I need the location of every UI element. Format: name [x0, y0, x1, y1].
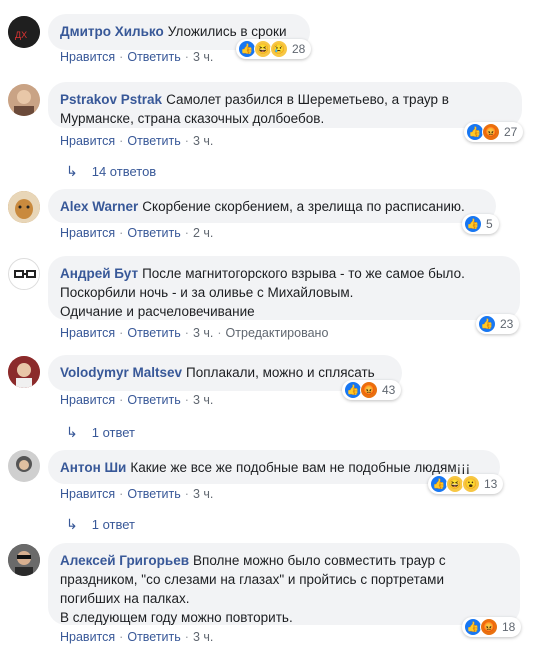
reactions-count: 27 — [504, 125, 518, 139]
wow-icon: 😮 — [462, 475, 480, 493]
reactions-summary[interactable]: 👍 😡 27 — [464, 122, 524, 142]
comment-text-line-4: В следующем году можно повторить. — [60, 610, 293, 625]
reactions-summary[interactable]: 👍 😡 43 — [342, 380, 402, 400]
avatar[interactable] — [8, 258, 40, 290]
reply-link[interactable]: Ответить — [127, 326, 180, 340]
reactions-summary[interactable]: 👍 😆 😮 13 — [428, 474, 504, 494]
replies-count: 1 ответ — [91, 517, 135, 532]
avatar[interactable] — [8, 356, 40, 388]
avatar[interactable] — [8, 544, 40, 576]
angry-icon: 😡 — [360, 381, 378, 399]
like-link[interactable]: Нравится — [60, 50, 115, 64]
reply-arrow-icon: ↳ — [66, 516, 78, 532]
angry-icon: 😡 — [480, 618, 498, 636]
comment-author[interactable]: Андрей Бут — [60, 266, 138, 281]
comment-actions: Нравится · Ответить · 3 ч. · Отредактировано — [60, 326, 329, 340]
comment-text: Какие же все же подобные вам не подобные… — [130, 460, 471, 475]
comment-text-line-1: После магнитогорского взрыва - то же сам… — [142, 266, 465, 281]
like-link[interactable]: Нравится — [60, 630, 115, 644]
comment-author[interactable]: Volodymyr Maltsev — [60, 365, 182, 380]
comment-author[interactable]: Alex Warner — [60, 199, 138, 214]
avatar[interactable] — [8, 450, 40, 482]
like-link[interactable]: Нравится — [60, 393, 115, 407]
reply-link[interactable]: Ответить — [127, 487, 180, 501]
comment-text-line-3: Одичание и расчеловечивание — [60, 304, 255, 319]
comment-bubble: Алексей Григорьев Вполне можно было совме… — [48, 543, 520, 625]
reply-link[interactable]: Ответить — [127, 226, 180, 240]
reactions-count: 23 — [500, 317, 514, 331]
comment-text: Поплакали, можно и сплясать — [186, 365, 375, 380]
reactions-summary[interactable]: 👍 5 — [462, 214, 499, 234]
view-replies-link[interactable]: ↳ 1 ответ — [66, 516, 135, 533]
comment-text-line-2: Поскорбили ночь - и за оливье с Михайлов… — [60, 285, 354, 300]
svg-text:ДХ: ДХ — [15, 30, 27, 40]
comment-actions: Нравится · Ответить · 2 ч. — [60, 226, 214, 240]
comment-text-line-1: Вполне можно было совместить траур с — [193, 553, 446, 568]
comment-time[interactable]: 2 ч. — [193, 226, 213, 240]
like-link[interactable]: Нравится — [60, 487, 115, 501]
reply-link[interactable]: Ответить — [127, 134, 180, 148]
comment-time[interactable]: 3 ч. — [193, 134, 213, 148]
comment-text: Уложились в сроки — [167, 24, 287, 39]
reply-link[interactable]: Ответить — [127, 630, 180, 644]
comment-actions: Нравится · Ответить · 3 ч. — [60, 393, 214, 407]
reply-arrow-icon: ↳ — [66, 424, 78, 440]
comment-bubble: Pstrakov Pstrak Самолет разбился в Шереме… — [48, 82, 522, 128]
reactions-count: 28 — [292, 42, 306, 56]
comment-text: Скорбение скорбением, а зрелища по распи… — [142, 199, 465, 214]
avatar[interactable]: ДХ — [8, 16, 40, 48]
comment-time[interactable]: 3 ч. — [193, 50, 213, 64]
comment-author[interactable]: Антон Ши — [60, 460, 126, 475]
comment-time[interactable]: 3 ч. — [193, 393, 213, 407]
like-link[interactable]: Нравится — [60, 326, 115, 340]
replies-count: 14 ответов — [91, 164, 157, 179]
comment-actions: Нравится · Ответить · 3 ч. — [60, 50, 214, 64]
angry-icon: 😡 — [482, 123, 500, 141]
comment-author[interactable]: Pstrakov Pstrak — [60, 92, 162, 107]
reactions-count: 5 — [486, 217, 493, 231]
like-icon: 👍 — [478, 315, 496, 333]
avatar[interactable] — [8, 191, 40, 223]
view-replies-link[interactable]: ↳ 1 ответ — [66, 424, 135, 441]
comment-time[interactable]: 3 ч. — [193, 487, 213, 501]
comment-text-line-3: погибших на палках. — [60, 591, 190, 606]
like-link[interactable]: Нравится — [60, 226, 115, 240]
like-link[interactable]: Нравится — [60, 134, 115, 148]
avatar[interactable] — [8, 84, 40, 116]
view-replies-link[interactable]: ↳ 14 ответов — [66, 163, 156, 180]
reply-link[interactable]: Ответить — [127, 393, 180, 407]
reactions-count: 13 — [484, 477, 498, 491]
comment-actions: Нравится · Ответить · 3 ч. — [60, 134, 214, 148]
replies-count: 1 ответ — [91, 425, 135, 440]
reactions-count: 18 — [502, 620, 516, 634]
comment-actions: Нравится · Ответить · 3 ч. — [60, 487, 214, 501]
comment-actions: Нравится · Ответить · 3 ч. — [60, 630, 214, 644]
reactions-count: 43 — [382, 383, 396, 397]
reactions-summary[interactable]: 👍 😡 18 — [462, 617, 522, 637]
comment-author[interactable]: Алексей Григорьев — [60, 553, 189, 568]
reply-arrow-icon: ↳ — [66, 163, 78, 179]
reactions-summary[interactable]: 👍 23 — [476, 314, 520, 334]
comment-bubble: Андрей Бут После магнитогорского взрыва -… — [48, 256, 520, 320]
comment-time[interactable]: 3 ч. — [193, 630, 213, 644]
comment-bubble: Alex Warner Скорбение скорбением, а зрели… — [48, 189, 496, 223]
comment-time[interactable]: 3 ч. — [193, 326, 213, 340]
sad-icon: 😢 — [270, 40, 288, 58]
reactions-summary[interactable]: 👍 😆 😢 28 — [236, 39, 312, 59]
edited-label[interactable]: Отредактировано — [226, 326, 329, 340]
comment-text-line-2: праздником, "со слезами на глазах" и про… — [60, 572, 444, 587]
like-icon: 👍 — [464, 215, 482, 233]
reply-link[interactable]: Ответить — [127, 50, 180, 64]
comment-author[interactable]: Дмитро Хилько — [60, 24, 164, 39]
